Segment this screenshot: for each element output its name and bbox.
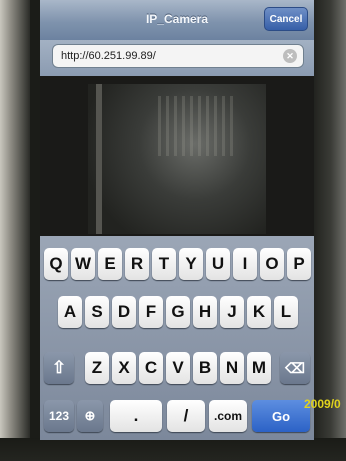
url-bar: http://60.251.99.89/ ✕ <box>40 40 314 76</box>
dotcom-key[interactable]: .com <box>209 400 247 432</box>
delete-icon: ⌫ <box>285 359 305 376</box>
slash-key[interactable]: / <box>167 400 205 432</box>
cancel-button[interactable]: Cancel <box>264 7 308 31</box>
delete-key[interactable]: ⌫ <box>280 352 310 384</box>
go-button[interactable]: Go <box>252 400 310 432</box>
key-t[interactable]: T <box>152 248 176 280</box>
key-v[interactable]: V <box>166 352 190 384</box>
key-o[interactable]: O <box>260 248 284 280</box>
shift-icon: ⇧ <box>51 358 67 377</box>
key-c[interactable]: C <box>139 352 163 384</box>
key-i[interactable]: I <box>233 248 257 280</box>
photo-timestamp: 2009/0 <box>304 397 341 411</box>
key-n[interactable]: N <box>220 352 244 384</box>
numbers-key[interactable]: 123 <box>44 400 74 432</box>
key-q[interactable]: Q <box>44 248 68 280</box>
phone-screen: IP_Camera Cancel http://60.251.99.89/ ✕ … <box>40 0 314 440</box>
key-f[interactable]: F <box>139 296 163 328</box>
key-b[interactable]: B <box>193 352 217 384</box>
key-s[interactable]: S <box>85 296 109 328</box>
camera-image <box>88 84 266 234</box>
on-screen-keyboard: Q W E R T Y U I O P A S D F G H J K L ⇧ … <box>40 236 314 440</box>
key-w[interactable]: W <box>71 248 95 280</box>
phone-bezel-bottom <box>0 438 346 461</box>
key-e[interactable]: E <box>98 248 122 280</box>
key-l[interactable]: L <box>274 296 298 328</box>
key-a[interactable]: A <box>58 296 82 328</box>
key-k[interactable]: K <box>247 296 271 328</box>
phone-bezel-left <box>0 0 30 461</box>
key-g[interactable]: G <box>166 296 190 328</box>
globe-icon: ⊕ <box>84 408 96 423</box>
clear-icon[interactable]: ✕ <box>283 49 297 63</box>
navigation-bar: IP_Camera Cancel <box>40 0 314 41</box>
camera-view <box>40 76 314 236</box>
key-h[interactable]: H <box>193 296 217 328</box>
shift-key[interactable]: ⇧ <box>44 352 74 384</box>
globe-key[interactable]: ⊕ <box>77 400 103 432</box>
key-p[interactable]: P <box>287 248 311 280</box>
key-d[interactable]: D <box>112 296 136 328</box>
url-input[interactable]: http://60.251.99.89/ ✕ <box>52 44 304 68</box>
key-z[interactable]: Z <box>85 352 109 384</box>
key-x[interactable]: X <box>112 352 136 384</box>
key-j[interactable]: J <box>220 296 244 328</box>
key-r[interactable]: R <box>125 248 149 280</box>
url-text: http://60.251.99.89/ <box>61 50 156 62</box>
dot-key[interactable]: . <box>110 400 162 432</box>
phone-bezel-right <box>312 0 346 461</box>
key-m[interactable]: M <box>247 352 271 384</box>
key-u[interactable]: U <box>206 248 230 280</box>
key-y[interactable]: Y <box>179 248 203 280</box>
